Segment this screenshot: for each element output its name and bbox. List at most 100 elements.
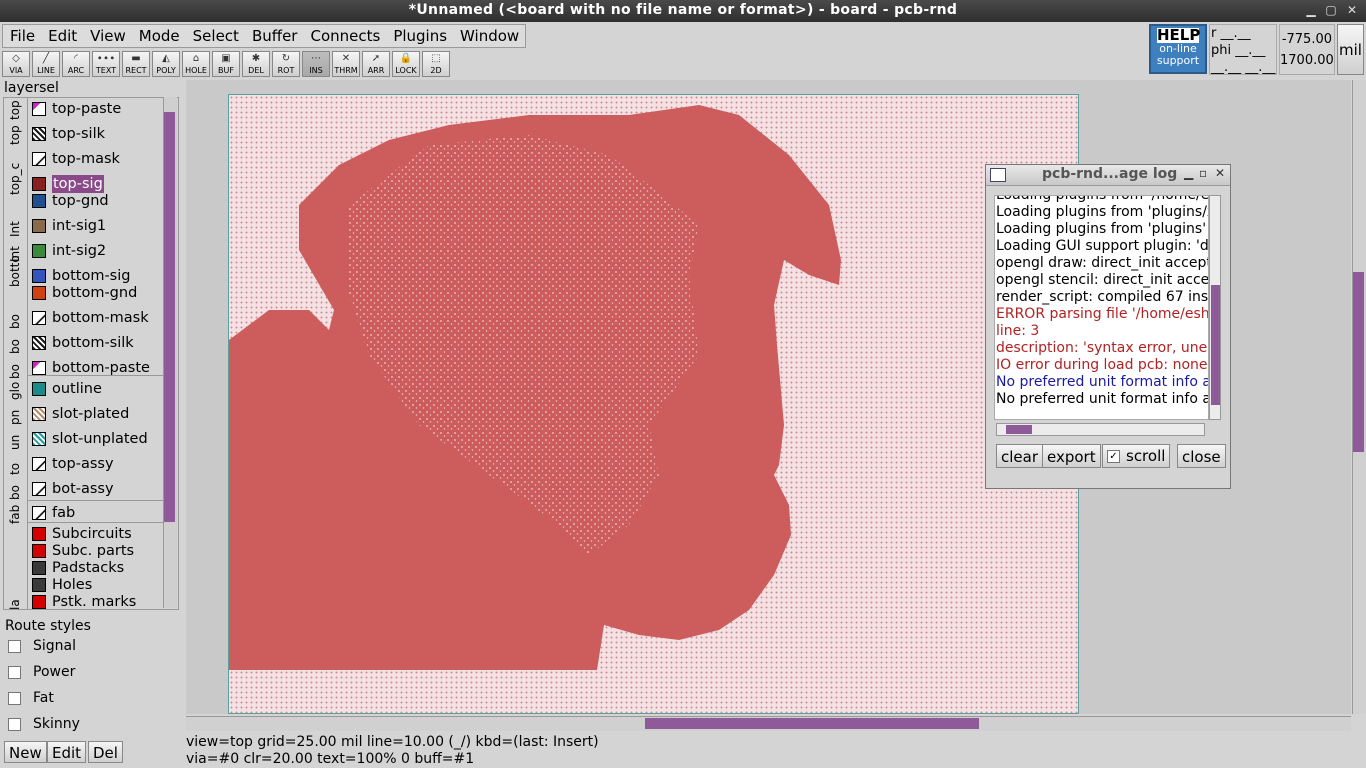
log-titlebar[interactable]: pcb-rnd...age log ▁ ▫ ✕ xyxy=(986,165,1230,186)
layer-bot-assy[interactable]: bot-assy xyxy=(32,479,114,499)
text-tool-button[interactable]: ∙∙∙ TEXT xyxy=(92,51,120,77)
layer-color-swatch[interactable] xyxy=(32,177,46,191)
close-log-button[interactable]: close xyxy=(1177,444,1226,468)
layer-color-swatch[interactable] xyxy=(32,269,46,283)
thrm-tool-button[interactable]: ✕ THRM xyxy=(332,51,360,77)
minimize-icon[interactable]: ▁ xyxy=(1184,166,1193,180)
layer-fab[interactable]: fab xyxy=(32,503,75,523)
arr-tool-button[interactable]: ➚ ARR xyxy=(362,51,390,77)
layer-color-swatch[interactable] xyxy=(32,526,46,541)
layer-color-swatch[interactable] xyxy=(32,382,46,396)
ui-layer-row[interactable]: Pstk. marks xyxy=(32,593,136,609)
layer-color-swatch[interactable] xyxy=(32,361,46,375)
canvas-vertical-scrollbar-thumb[interactable] xyxy=(1353,272,1364,452)
menu-mode[interactable]: Mode xyxy=(132,25,186,47)
rect-tool-button[interactable]: ▬ RECT xyxy=(122,51,150,77)
log-text-area[interactable]: Loading plugins from '/home/e Loading plu… xyxy=(994,195,1209,420)
canvas-horizontal-scrollbar-thumb[interactable] xyxy=(645,718,979,729)
layer-top-silk[interactable]: top-silk xyxy=(32,124,105,144)
layer-color-swatch[interactable] xyxy=(32,336,46,350)
window-titlebar[interactable]: *Unnamed (<board with no file name or fo… xyxy=(0,0,1366,22)
maximize-icon[interactable]: ▫ xyxy=(1199,166,1207,180)
ui-layer-row[interactable]: Holes xyxy=(32,576,92,593)
layer-color-swatch[interactable] xyxy=(32,219,46,233)
menu-connects[interactable]: Connects xyxy=(303,25,386,47)
route-style-checkbox[interactable] xyxy=(8,691,21,705)
layer-bottom-silk[interactable]: bottom-silk xyxy=(32,333,134,353)
menu-edit[interactable]: Edit xyxy=(41,25,83,47)
2d-tool-button[interactable]: ⬚ 2D xyxy=(422,51,450,77)
line-tool-button[interactable]: ╱ LINE xyxy=(32,51,60,77)
layer-color-swatch[interactable] xyxy=(32,194,46,208)
route-style-signal[interactable]: Signal xyxy=(8,638,76,654)
layer-color-swatch[interactable] xyxy=(32,286,46,300)
scroll-checkbox-icon[interactable]: ✓ xyxy=(1107,449,1120,463)
log-vertical-scrollbar-thumb[interactable] xyxy=(1211,285,1220,405)
board-area[interactable] xyxy=(228,94,1079,714)
layer-top-assy[interactable]: top-assy xyxy=(32,454,114,474)
route-style-fat[interactable]: Fat xyxy=(8,690,54,706)
layer-color-swatch[interactable] xyxy=(32,577,46,592)
layer-top-gnd[interactable]: top-gnd xyxy=(32,191,109,211)
menu-select[interactable]: Select xyxy=(186,25,245,47)
poly-tool-button[interactable]: ◭ POLY xyxy=(152,51,180,77)
layer-scrollbar-thumb[interactable] xyxy=(164,112,175,522)
layer-color-swatch[interactable] xyxy=(32,457,46,471)
menu-view[interactable]: View xyxy=(83,25,132,47)
unit-toggle-button[interactable]: mil xyxy=(1337,24,1364,75)
route-style-checkbox[interactable] xyxy=(8,665,21,679)
new-route-style-button[interactable]: New xyxy=(4,741,47,763)
layer-int-sig1[interactable]: int-sig1 xyxy=(32,216,106,236)
menu-plugins[interactable]: Plugins xyxy=(386,25,453,47)
scroll-toggle[interactable]: ✓ scroll xyxy=(1102,444,1171,468)
layer-color-swatch[interactable] xyxy=(32,543,46,558)
ui-layer-row[interactable]: Subc. parts xyxy=(32,542,134,559)
route-style-checkbox[interactable] xyxy=(8,717,21,731)
layer-color-swatch[interactable] xyxy=(32,407,46,421)
layer-int-sig2[interactable]: int-sig2 xyxy=(32,241,106,261)
menu-buffer[interactable]: Buffer xyxy=(245,25,304,47)
layer-top-mask[interactable]: top-mask xyxy=(32,149,120,169)
layer-color-swatch[interactable] xyxy=(32,594,46,609)
ui-layer-row[interactable]: Subcircuits xyxy=(32,525,132,542)
delete-route-style-button[interactable]: Del xyxy=(88,741,123,763)
ins-tool-button[interactable]: ⋯ INS xyxy=(302,51,330,77)
layer-slot-plated[interactable]: slot-plated xyxy=(32,404,129,424)
route-style-power[interactable]: Power xyxy=(8,664,75,680)
layer-color-swatch[interactable] xyxy=(32,560,46,575)
arc-tool-button[interactable]: ◜ ARC xyxy=(62,51,90,77)
layer-color-swatch[interactable] xyxy=(32,127,46,141)
buf-tool-button[interactable]: ▣ BUF xyxy=(212,51,240,77)
ui-layer-row[interactable]: Padstacks xyxy=(32,559,124,576)
lock-tool-button[interactable]: 🔒 LOCK xyxy=(392,51,420,77)
close-icon[interactable]: ✕ xyxy=(1215,166,1225,180)
layer-outline[interactable]: outline xyxy=(32,379,102,399)
layer-slot-unplated[interactable]: slot-unplated xyxy=(32,429,148,449)
via-tool-button[interactable]: ◇ VIA xyxy=(2,51,30,77)
hole-tool-button[interactable]: ⌂ HOLE xyxy=(182,51,210,77)
layer-bottom-mask[interactable]: bottom-mask xyxy=(32,308,149,328)
clear-button[interactable]: clear xyxy=(996,444,1044,468)
route-style-checkbox[interactable] xyxy=(8,639,21,653)
layer-color-swatch[interactable] xyxy=(32,432,46,446)
menu-window[interactable]: Window xyxy=(453,25,525,47)
route-style-skinny[interactable]: Skinny xyxy=(8,716,80,732)
menu-file[interactable]: File xyxy=(3,25,41,47)
maximize-icon[interactable]: ▢ xyxy=(1324,3,1338,17)
layer-color-swatch[interactable] xyxy=(32,244,46,258)
close-icon[interactable]: ✕ xyxy=(1345,3,1359,17)
message-log-window[interactable]: pcb-rnd...age log ▁ ▫ ✕ Loading plugins … xyxy=(985,164,1231,489)
layer-color-swatch[interactable] xyxy=(32,152,46,166)
del-tool-button[interactable]: ✱ DEL xyxy=(242,51,270,77)
log-horizontal-scrollbar-thumb[interactable] xyxy=(1006,425,1032,434)
minimize-icon[interactable]: ▁ xyxy=(1304,3,1318,17)
rot-tool-button[interactable]: ↻ ROT xyxy=(272,51,300,77)
layer-bottom-gnd[interactable]: bottom-gnd xyxy=(32,283,137,303)
layer-top-paste[interactable]: top-paste xyxy=(32,99,121,119)
help-button[interactable]: HELP on-line support xyxy=(1149,24,1207,74)
layer-color-swatch[interactable] xyxy=(32,311,46,325)
layer-color-swatch[interactable] xyxy=(32,102,46,116)
layer-color-swatch[interactable] xyxy=(32,482,46,496)
layer-color-swatch[interactable] xyxy=(32,506,46,520)
export-button[interactable]: export xyxy=(1042,444,1101,468)
